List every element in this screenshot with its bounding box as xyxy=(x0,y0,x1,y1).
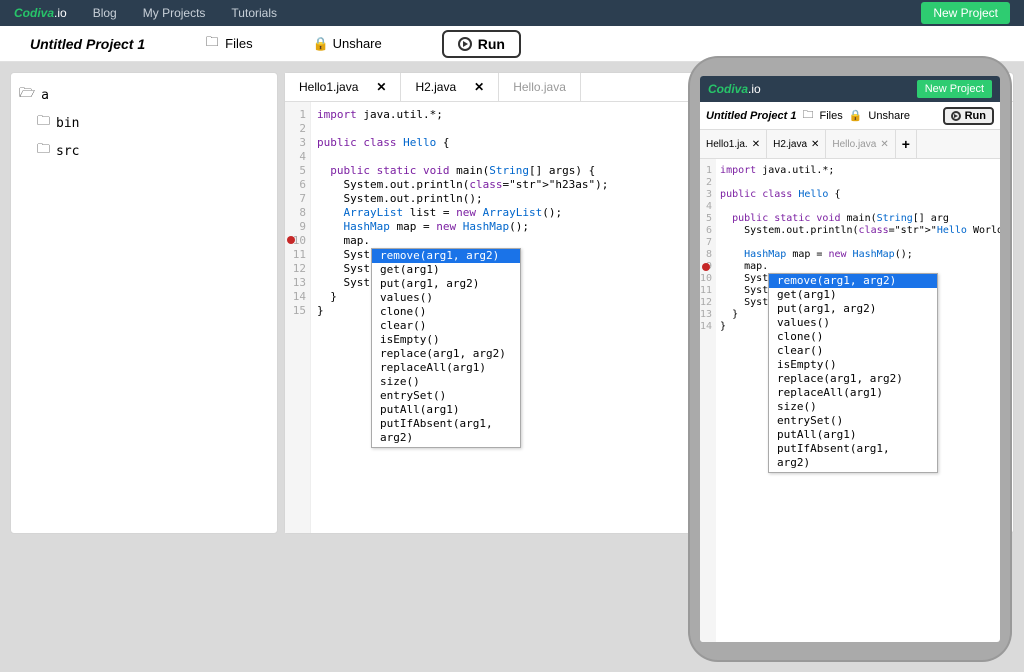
nav-tutorials[interactable]: Tutorials xyxy=(231,6,277,20)
mobile-gutter: 1234567891011121314 xyxy=(700,159,716,642)
error-marker-icon xyxy=(702,263,710,271)
project-title: Untitled Project 1 xyxy=(30,36,145,52)
autocomplete-item[interactable]: clear() xyxy=(372,319,520,333)
mobile-screen: Codiva.io New Project Untitled Project 1… xyxy=(700,76,1000,642)
nav-my-projects[interactable]: My Projects xyxy=(143,6,206,20)
tree-folder-src[interactable]: 🗀src xyxy=(19,137,269,165)
autocomplete-item[interactable]: size() xyxy=(372,375,520,389)
unshare-button[interactable]: 🔒 Unshare xyxy=(313,36,382,52)
autocomplete-item[interactable]: isEmpty() xyxy=(372,333,520,347)
mobile-unshare[interactable]: Unshare xyxy=(868,110,910,122)
tab-h2[interactable]: H2.java✕ xyxy=(401,73,499,101)
file-tree: 🗁a 🗀bin 🗀src xyxy=(10,72,278,534)
autocomplete-item[interactable]: entrySet() xyxy=(769,414,937,428)
autocomplete-item[interactable]: putAll(arg1) xyxy=(372,403,520,417)
mobile-new-project-button[interactable]: New Project xyxy=(917,80,992,98)
autocomplete-item[interactable]: put(arg1, arg2) xyxy=(372,277,520,291)
autocomplete-item[interactable]: values() xyxy=(372,291,520,305)
tree-root[interactable]: 🗁a xyxy=(19,81,269,109)
autocomplete-item[interactable]: clone() xyxy=(769,330,937,344)
mobile-project-title: Untitled Project 1 xyxy=(706,110,796,122)
close-icon[interactable]: ✕ xyxy=(474,80,484,94)
brand-logo[interactable]: Codiva.io xyxy=(14,6,67,20)
mobile-new-tab[interactable]: + xyxy=(896,130,917,158)
play-icon xyxy=(458,37,472,51)
mobile-preview-frame: Codiva.io New Project Untitled Project 1… xyxy=(690,58,1010,660)
autocomplete-item[interactable]: replace(arg1, arg2) xyxy=(769,372,937,386)
new-project-button[interactable]: New Project xyxy=(921,2,1010,24)
mobile-autocomplete-popup[interactable]: remove(arg1, arg2)get(arg1)put(arg1, arg… xyxy=(768,273,938,473)
project-toolbar: Untitled Project 1 🗀 Files 🔒 Unshare Run xyxy=(0,26,1024,62)
mobile-brand[interactable]: Codiva.io xyxy=(708,82,761,96)
nav-blog[interactable]: Blog xyxy=(93,6,117,20)
autocomplete-popup[interactable]: remove(arg1, arg2)get(arg1)put(arg1, arg… xyxy=(371,248,521,448)
play-icon xyxy=(951,111,961,121)
folder-icon: 🗀 xyxy=(205,33,219,55)
autocomplete-item[interactable]: get(arg1) xyxy=(769,288,937,302)
mobile-tab-2[interactable]: Hello.java✕ xyxy=(826,130,895,158)
mobile-project-bar: Untitled Project 1 🗀 Files 🔒 Unshare Run xyxy=(700,102,1000,130)
autocomplete-item[interactable]: entrySet() xyxy=(372,389,520,403)
autocomplete-item[interactable]: replace(arg1, arg2) xyxy=(372,347,520,361)
autocomplete-item[interactable]: isEmpty() xyxy=(769,358,937,372)
mobile-run-button[interactable]: Run xyxy=(943,107,994,125)
autocomplete-item[interactable]: get(arg1) xyxy=(372,263,520,277)
mobile-topbar: Codiva.io New Project xyxy=(700,76,1000,102)
folder-icon: 🗀 xyxy=(37,112,50,134)
autocomplete-item[interactable]: replaceAll(arg1) xyxy=(769,386,937,400)
files-button[interactable]: 🗀 Files xyxy=(205,33,252,55)
autocomplete-item[interactable]: putIfAbsent(arg1, arg2) xyxy=(372,417,520,445)
autocomplete-item[interactable]: clone() xyxy=(372,305,520,319)
autocomplete-item[interactable]: remove(arg1, arg2) xyxy=(769,274,937,288)
autocomplete-item[interactable]: size() xyxy=(769,400,937,414)
close-icon[interactable]: ✕ xyxy=(752,139,760,150)
close-icon[interactable]: ✕ xyxy=(376,80,386,94)
line-gutter: 123456789101112131415 xyxy=(285,102,311,533)
autocomplete-item[interactable]: clear() xyxy=(769,344,937,358)
error-marker-icon xyxy=(287,236,295,244)
folder-icon: 🗀 xyxy=(802,106,813,125)
mobile-files[interactable]: Files xyxy=(819,110,842,122)
folder-open-icon: 🗁 xyxy=(19,84,35,106)
folder-icon: 🗀 xyxy=(37,140,50,162)
lock-icon: 🔒 xyxy=(849,109,863,122)
tab-hello1[interactable]: Hello1.java✕ xyxy=(285,73,401,101)
top-navbar: Codiva.io Blog My Projects Tutorials New… xyxy=(0,0,1024,26)
autocomplete-item[interactable]: put(arg1, arg2) xyxy=(769,302,937,316)
autocomplete-item[interactable]: values() xyxy=(769,316,937,330)
mobile-tabs: Hello1.ja.✕ H2.java✕ Hello.java✕ + xyxy=(700,130,1000,159)
autocomplete-item[interactable]: replaceAll(arg1) xyxy=(372,361,520,375)
close-icon[interactable]: ✕ xyxy=(880,139,888,150)
autocomplete-item[interactable]: putIfAbsent(arg1, arg2) xyxy=(769,442,937,470)
mobile-tab-0[interactable]: Hello1.ja.✕ xyxy=(700,130,767,158)
autocomplete-item[interactable]: remove(arg1, arg2) xyxy=(372,249,520,263)
tab-hello[interactable]: Hello.java xyxy=(499,73,581,101)
run-button[interactable]: Run xyxy=(442,30,521,58)
tree-folder-bin[interactable]: 🗀bin xyxy=(19,109,269,137)
autocomplete-item[interactable]: putAll(arg1) xyxy=(769,428,937,442)
lock-icon: 🔒 xyxy=(313,36,327,52)
mobile-editor[interactable]: 1234567891011121314 import java.util.*; … xyxy=(700,159,1000,642)
autocomplete-item[interactable]: keySet() xyxy=(372,445,520,448)
close-icon[interactable]: ✕ xyxy=(811,139,819,150)
autocomplete-item[interactable]: keySet() xyxy=(769,470,937,473)
mobile-tab-1[interactable]: H2.java✕ xyxy=(767,130,826,158)
